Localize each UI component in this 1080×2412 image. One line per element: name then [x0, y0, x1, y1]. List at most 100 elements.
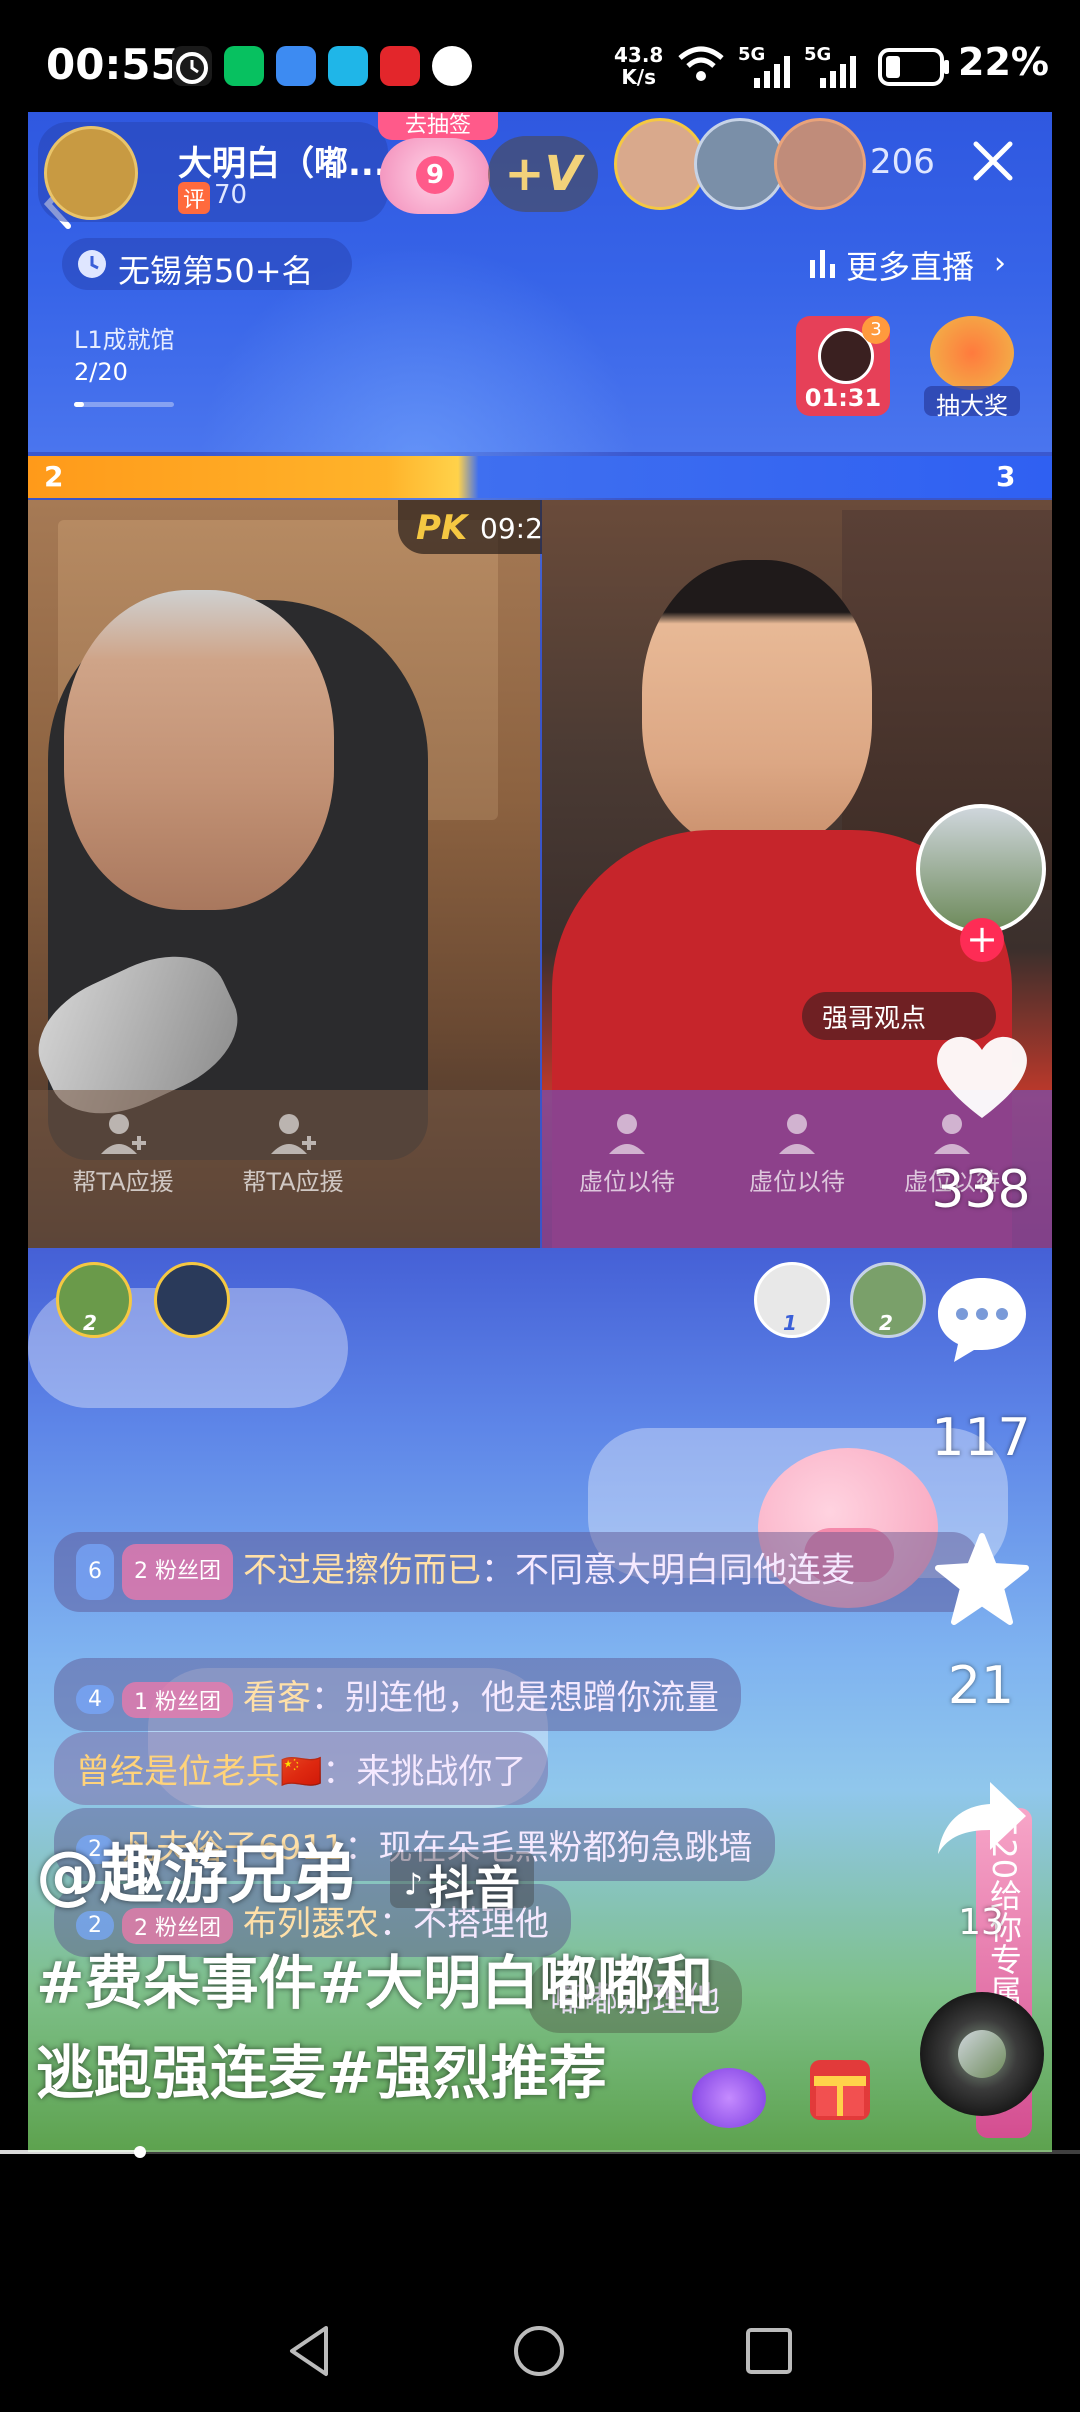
chat-username[interactable]: 不过是擦伤而已 [243, 1551, 481, 1591]
chevron-right-icon[interactable]: › [994, 246, 1006, 281]
viewer-count[interactable]: 206 [870, 142, 935, 182]
vip-button[interactable]: +V [488, 136, 598, 212]
chat-text: ：别连他，他是想蹭你流量 [311, 1678, 720, 1718]
back-nav-icon[interactable] [284, 2324, 334, 2382]
seat-2[interactable]: 帮TA应援 [218, 1110, 368, 1197]
chat-username[interactable]: 看客 [243, 1678, 311, 1718]
viewer-avatar-2[interactable] [694, 118, 786, 210]
home-nav-icon[interactable] [512, 2324, 566, 2382]
host-name: 大明白（嘟... [178, 144, 387, 184]
host-face [64, 590, 334, 910]
recents-nav-icon[interactable] [744, 2326, 794, 2380]
fans-level: 2 [134, 1559, 148, 1584]
pk-score-right: 3 [996, 460, 1016, 493]
task-progress: 2/20 [74, 358, 128, 386]
battery-icon [878, 48, 950, 90]
caption-line-1[interactable]: #费朵事件#大明白嘟嘟和 [36, 1936, 713, 2020]
fire-icon [930, 316, 1014, 390]
video-progress-handle[interactable] [134, 2146, 146, 2158]
alarm-icon [172, 46, 212, 86]
share-arrow-icon[interactable] [934, 1778, 1030, 1862]
seat-label: 帮TA应援 [242, 1168, 344, 1196]
live-room-header: 大明白（嘟... 评 70 去抽签 9 +V 206 无锡第50+名 更多直播 … [28, 112, 1052, 682]
user-level-badge: 6 [76, 1544, 114, 1600]
chat-message-1[interactable]: 62 粉丝团 不过是擦伤而已：不同意大明白同他连麦 [54, 1532, 978, 1612]
left-rank-avatar-1[interactable]: 2 [56, 1262, 132, 1338]
fans-badge: 1 粉丝团 [122, 1681, 234, 1718]
add-user-icon [101, 1114, 146, 1154]
right-rank-avatar-2[interactable]: 2 [850, 1262, 926, 1338]
rating-badge: 评 [178, 182, 211, 214]
ranking-pill[interactable]: 无锡第50+名 [62, 238, 352, 290]
viewer-avatar-1[interactable] [614, 118, 706, 210]
viewer-avatar-3[interactable] [774, 118, 866, 210]
chat-text: ：来挑战你了 [322, 1752, 527, 1792]
follow-plus-icon[interactable]: + [960, 918, 1004, 962]
right-rank-avatar-1[interactable]: 1 [754, 1262, 830, 1338]
host-avatar[interactable] [44, 126, 138, 220]
author-handle[interactable]: @趣游兄弟 [36, 1824, 356, 1916]
system-nav-bar [0, 2290, 1080, 2412]
net-speed-unit: K/s [621, 65, 657, 89]
gift-box-icon[interactable] [810, 2060, 870, 2120]
seat-label: 帮TA应援 [72, 1168, 174, 1196]
seat-1[interactable]: 帮TA应援 [48, 1110, 198, 1197]
pk-score-left: 2 [44, 460, 64, 493]
seat-3[interactable]: 虚位以待 [552, 1110, 702, 1197]
timer-value: 01:31 [804, 384, 882, 412]
left-host-video[interactable]: 帮TA应援 帮TA应援 [28, 500, 540, 1248]
caption-line-2[interactable]: 逃跑强连麦#强烈推荐 [36, 2026, 607, 2110]
share-count: 13 [958, 1902, 1004, 1943]
tiktok-note-icon: ♪ [404, 1867, 424, 1903]
byd-app-icon [380, 46, 420, 86]
wechat-icon [224, 46, 264, 86]
like-count: 338 [931, 1160, 1031, 1220]
seat-4[interactable]: 虚位以待 [722, 1110, 872, 1197]
fans-level: 1 [134, 1689, 148, 1715]
lottery-label[interactable]: 去抽签 [378, 112, 498, 140]
seat-label: 虚位以待 [579, 1168, 675, 1196]
lottery-cloud-icon[interactable]: 9 [380, 138, 490, 214]
more-live-label[interactable]: 更多直播 [846, 242, 974, 288]
clock-icon [76, 248, 108, 284]
music-disc-icon[interactable] [920, 1992, 1044, 2116]
task-title[interactable]: L1成就馆 [74, 320, 175, 355]
left-rank-avatar-2[interactable] [154, 1262, 230, 1338]
chat-username[interactable]: 曾经是位老兵🇨🇳 [76, 1752, 322, 1792]
wifi-icon [676, 44, 726, 88]
rank-number: 2 [879, 1311, 893, 1335]
fans-label: 粉丝团 [155, 1559, 222, 1584]
user-icon [609, 1114, 645, 1154]
lottery-big-button[interactable]: 抽大奖 [924, 316, 1020, 420]
lottery-big-label: 抽大奖 [924, 386, 1020, 420]
battery-level: 22% [958, 40, 1049, 84]
signal-bars-icon [752, 54, 796, 92]
chat-message-2[interactable]: 4 1 粉丝团 看客：别连他，他是想蹭你流量 [54, 1658, 742, 1731]
favorite-count: 21 [947, 1656, 1015, 1716]
music-disc-cover [958, 2030, 1006, 2078]
more-live-icon[interactable] [808, 246, 838, 284]
chat-message-3[interactable]: 曾经是位老兵🇨🇳：来挑战你了 [54, 1732, 549, 1805]
video-frame[interactable]: 大明白（嘟... 评 70 去抽签 9 +V 206 无锡第50+名 更多直播 … [28, 112, 1052, 2152]
news-app-icon [276, 46, 316, 86]
user-level-badge: 4 [76, 1685, 114, 1714]
author-avatar[interactable] [916, 804, 1046, 934]
comment-count: 117 [931, 1408, 1031, 1468]
pk-logo: PK [416, 508, 468, 548]
net-speed-value: 43.8 [614, 43, 664, 67]
comment-icon[interactable] [934, 1272, 1030, 1372]
net-speed: 43.8 K/s [614, 44, 663, 88]
ranking-label: 无锡第50+名 [118, 252, 314, 290]
guest-face [642, 560, 872, 850]
seat-label: 虚位以待 [749, 1168, 845, 1196]
like-heart-icon[interactable] [932, 1030, 1032, 1126]
host-card[interactable]: 大明白（嘟... 评 70 [38, 122, 388, 222]
gift-520-icon[interactable] [692, 2068, 766, 2128]
close-icon[interactable] [968, 136, 1018, 190]
rank-number: 2 [83, 1311, 97, 1335]
video-progress-fill [0, 2150, 140, 2154]
chat-text: ：不同意大明白同他连麦 [481, 1550, 856, 1591]
timer-box[interactable]: 3 01:31 [796, 316, 890, 416]
favorite-star-icon[interactable] [932, 1532, 1032, 1632]
video-progress-track[interactable] [0, 2150, 1080, 2154]
